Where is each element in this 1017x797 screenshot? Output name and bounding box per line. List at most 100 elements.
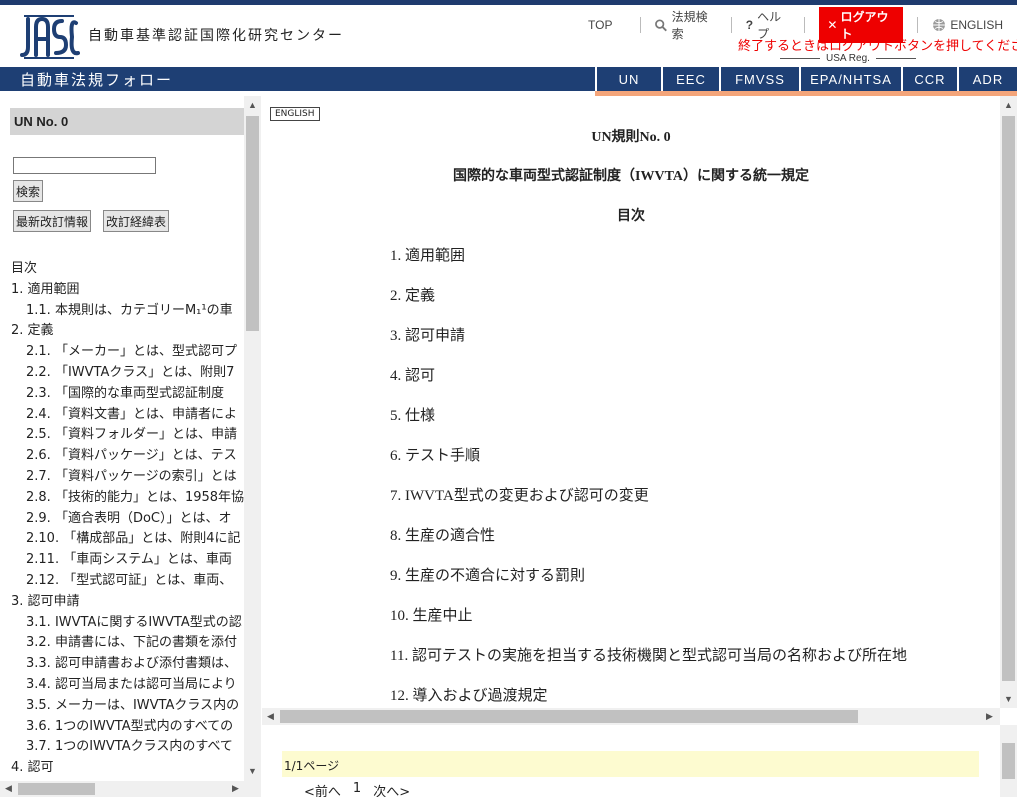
nav-help-link[interactable]: ? ヘルプ [732, 10, 806, 41]
toc-subsection-link[interactable]: 3.6. 1つのIWVTA型式内のすべての [11, 717, 245, 738]
toc-subsection-link[interactable]: 2.9. 「適合表明（DoC）」とは、オ [11, 509, 245, 530]
document-toc-item[interactable]: 6. テスト手順 [390, 444, 907, 484]
regulation-search-input[interactable] [13, 157, 156, 174]
nav-top-label: TOP [588, 18, 613, 32]
document-toc-item[interactable]: 8. 生産の適合性 [390, 524, 907, 564]
toc-subsection-link[interactable]: 2.11. 「車両システム」とは、車両 [11, 550, 245, 571]
tab-epa-nhtsa[interactable]: EPA/NHTSA [799, 67, 901, 91]
nav-english-link[interactable]: ENGLISH [918, 17, 1017, 33]
document-horizontal-scrollbar[interactable]: ◀ ▶ [262, 708, 1000, 725]
tab-adr[interactable]: ADR [957, 67, 1017, 91]
doc-scroll-down-icon[interactable]: ▼ [1004, 694, 1013, 704]
toc-subsection-link[interactable]: 2.7. 「資料パッケージの索引」とは [11, 467, 245, 488]
english-toggle-button[interactable]: ENGLISH [270, 107, 320, 121]
toc-section-link[interactable]: 1. 適用範囲 [11, 280, 245, 301]
prev-page-link[interactable]: <前へ [304, 781, 341, 797]
nav-logout: ✕ ログアウト [805, 7, 919, 43]
site-header: 自動車基準認証国際化研究センター TOP 法規検索 ? ヘルプ ✕ ログアウト [0, 5, 1017, 67]
document-subtitle: 国際的な車両型式認証制度（IWVTA）に関する統一規定 [453, 169, 809, 184]
toc-list: 目次 1. 適用範囲 1.1. 本規則は、カテゴリーM₁¹の車 2. 定義 2.1. 「… [11, 259, 245, 779]
help-icon: ? [745, 18, 754, 32]
pager-area: 1/1ページ <前へ 1 次へ> [262, 725, 1000, 797]
left-horizontal-scrollbar[interactable]: ◀ ▶ [0, 781, 261, 797]
toc-subsection-link[interactable]: 1.1. 本規則は、カテゴリーM₁¹の車 [11, 301, 245, 322]
document-panel: ENGLISH UN規則No. 0 国際的な車両型式認証制度（IWVTA）に関す… [262, 96, 1017, 797]
toc-subsection-link[interactable]: 2.1. 「メーカー」とは、型式認可プ [11, 342, 245, 363]
nav-top-link[interactable]: TOP [560, 17, 642, 33]
document-toc-item[interactable]: 9. 生産の不適合に対する罰則 [390, 564, 907, 604]
document-toc-item[interactable]: 3. 認可申請 [390, 324, 907, 364]
search-icon [655, 18, 668, 31]
toc-subsection-link[interactable]: 3.7. 1つのIWVTAクラス内のすべて [11, 737, 245, 758]
logout-message: 終了するときはログアウトボタンを押してください [738, 38, 1017, 53]
tab-ccr[interactable]: CCR [901, 67, 957, 91]
nav-search-link[interactable]: 法規検索 [641, 10, 732, 41]
document-toc-item[interactable]: 7. IWVTA型式の変更および認可の変更 [390, 484, 907, 524]
jasic-logo[interactable] [18, 13, 80, 61]
usa-reg-rule-right [875, 58, 916, 59]
scroll-left-icon[interactable]: ◀ [5, 783, 12, 794]
tab-eec[interactable]: EEC [661, 67, 719, 91]
revision-history-button[interactable]: 改訂経緯表 [103, 210, 170, 232]
scroll-right-icon[interactable]: ▶ [232, 783, 239, 794]
left-vertical-scrollbar[interactable]: ▲ ▼ [244, 96, 261, 781]
tab-fmvss[interactable]: FMVSS [719, 67, 799, 91]
left-scroll-thumb[interactable] [246, 116, 259, 331]
toc-subsection-link[interactable]: 2.8. 「技術的能力」とは、1958年協 [11, 488, 245, 509]
doc-scroll-up-icon[interactable]: ▲ [1004, 100, 1013, 110]
toc-section-link[interactable]: 2. 定義 [11, 321, 245, 342]
document-toc-item[interactable]: 1. 適用範囲 [390, 244, 907, 284]
search-button[interactable]: 検索 [13, 180, 44, 202]
toc-subsection-link[interactable]: 2.6. 「資料パッケージ」とは、テス [11, 446, 245, 467]
toc-subsection-link[interactable]: 2.10. 「構成部品」とは、附則4に記 [11, 529, 245, 550]
toc-subsection-link[interactable]: 2.5. 「資料フォルダー」とは、申請 [11, 425, 245, 446]
document-toc-item[interactable]: 10. 生産中止 [390, 604, 907, 644]
next-page-link[interactable]: 次へ> [373, 781, 410, 797]
page-info: 1/1ページ [282, 751, 979, 777]
document-toc-item[interactable]: 2. 定義 [390, 284, 907, 324]
doc-scroll-left-icon[interactable]: ◀ [267, 711, 274, 722]
org-name: 自動車基準認証国際化研究センター [88, 27, 344, 43]
scroll-up-icon[interactable]: ▲ [248, 100, 257, 110]
toc-section-link[interactable]: 4. 認可 [11, 758, 245, 779]
usa-reg-label: USA Reg. [780, 53, 916, 64]
document-title: UN規則No. 0 [591, 130, 671, 145]
toc-subsection-link[interactable]: 3.1. IWVTAに関するIWVTA型式の認 [11, 613, 245, 634]
document-toc-item[interactable]: 5. 仕様 [390, 404, 907, 444]
current-page: 1 [352, 781, 362, 796]
toc-subsection-link[interactable]: 2.4. 「資料文書」とは、申請者によ [11, 405, 245, 426]
document-vertical-scrollbar[interactable]: ▲ ▼ [1000, 96, 1017, 708]
toc-section-link[interactable]: 3. 認可申請 [11, 592, 245, 613]
document-scroll-thumb[interactable] [1002, 116, 1015, 681]
usa-reg-text: USA Reg. [826, 53, 870, 64]
scroll-down-icon[interactable]: ▼ [248, 766, 257, 776]
left-hscroll-thumb[interactable] [18, 783, 95, 795]
toc-subsection-link[interactable]: 2.12. 「型式認可証」とは、車両、 [11, 571, 245, 592]
toc-subsection-link[interactable]: 3.3. 認可申請書および添付書類は、 [11, 654, 245, 675]
toc-subsection-link[interactable]: 3.5. メーカーは、IWVTAクラス内の [11, 696, 245, 717]
document-hscroll-thumb[interactable] [280, 710, 858, 723]
regulation-tabs: UN EEC FMVSS EPA/NHTSA CCR ADR [595, 67, 1017, 91]
nav-english-label: ENGLISH [950, 18, 1004, 32]
toc-heading: 目次 [617, 209, 645, 224]
toc-subsection-link[interactable]: 2.2. 「IWVTAクラス」とは、附則7 [11, 363, 245, 384]
toc-subsection-link[interactable]: 2.3. 「国際的な車両型式認証制度 [11, 384, 245, 405]
tab-un[interactable]: UN [595, 67, 661, 91]
usa-reg-rule-left [780, 58, 820, 59]
document-toc-item[interactable]: 11. 認可テストの実施を担当する技術機関と型式認可当局の名称および所在地 [390, 644, 907, 684]
document-toc-list: 1. 適用範囲 2. 定義 3. 認可申請 4. 認可 5. 仕様 6. テスト手順 7. … [390, 244, 907, 708]
toc-subsection-link[interactable]: 3.4. 認可当局または認可当局により [11, 675, 245, 696]
document-toc-item[interactable]: 12. 導入および過渡規定 [390, 684, 907, 708]
document-toc-item[interactable]: 4. 認可 [390, 364, 907, 404]
latest-revision-button[interactable]: 最新改訂情報 [13, 210, 92, 232]
left-panel: UN No. 0 検索 最新改訂情報 改訂経緯表 目次 1. 適用範囲 1.1. 本… [0, 96, 262, 797]
pager-scroll-thumb[interactable] [1002, 743, 1015, 779]
globe-icon [933, 19, 946, 31]
close-icon: ✕ [827, 18, 838, 32]
toc-subsection-link[interactable]: 3.2. 申請書には、下記の書類を添付 [11, 633, 245, 654]
top-nav: TOP 法規検索 ? ヘルプ ✕ ログアウト ENGLISH [560, 7, 1017, 43]
app-title: 自動車法規フォロー [20, 72, 174, 89]
doc-scroll-right-icon[interactable]: ▶ [986, 711, 993, 722]
regulation-header: UN No. 0 [10, 108, 244, 135]
pager-vertical-scrollbar[interactable] [1000, 725, 1017, 797]
